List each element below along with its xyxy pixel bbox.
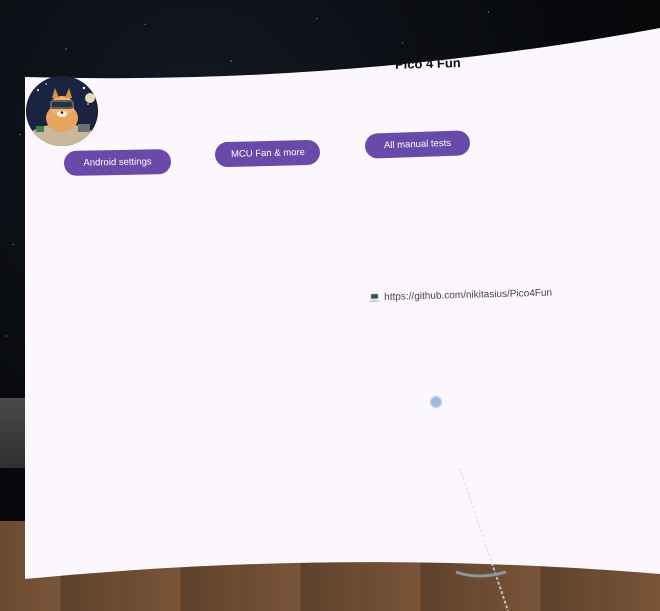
vr-scene: Pico 4 Fun Android settings MCU Fan & mo… bbox=[0, 0, 660, 611]
controller-ray bbox=[455, 467, 509, 611]
